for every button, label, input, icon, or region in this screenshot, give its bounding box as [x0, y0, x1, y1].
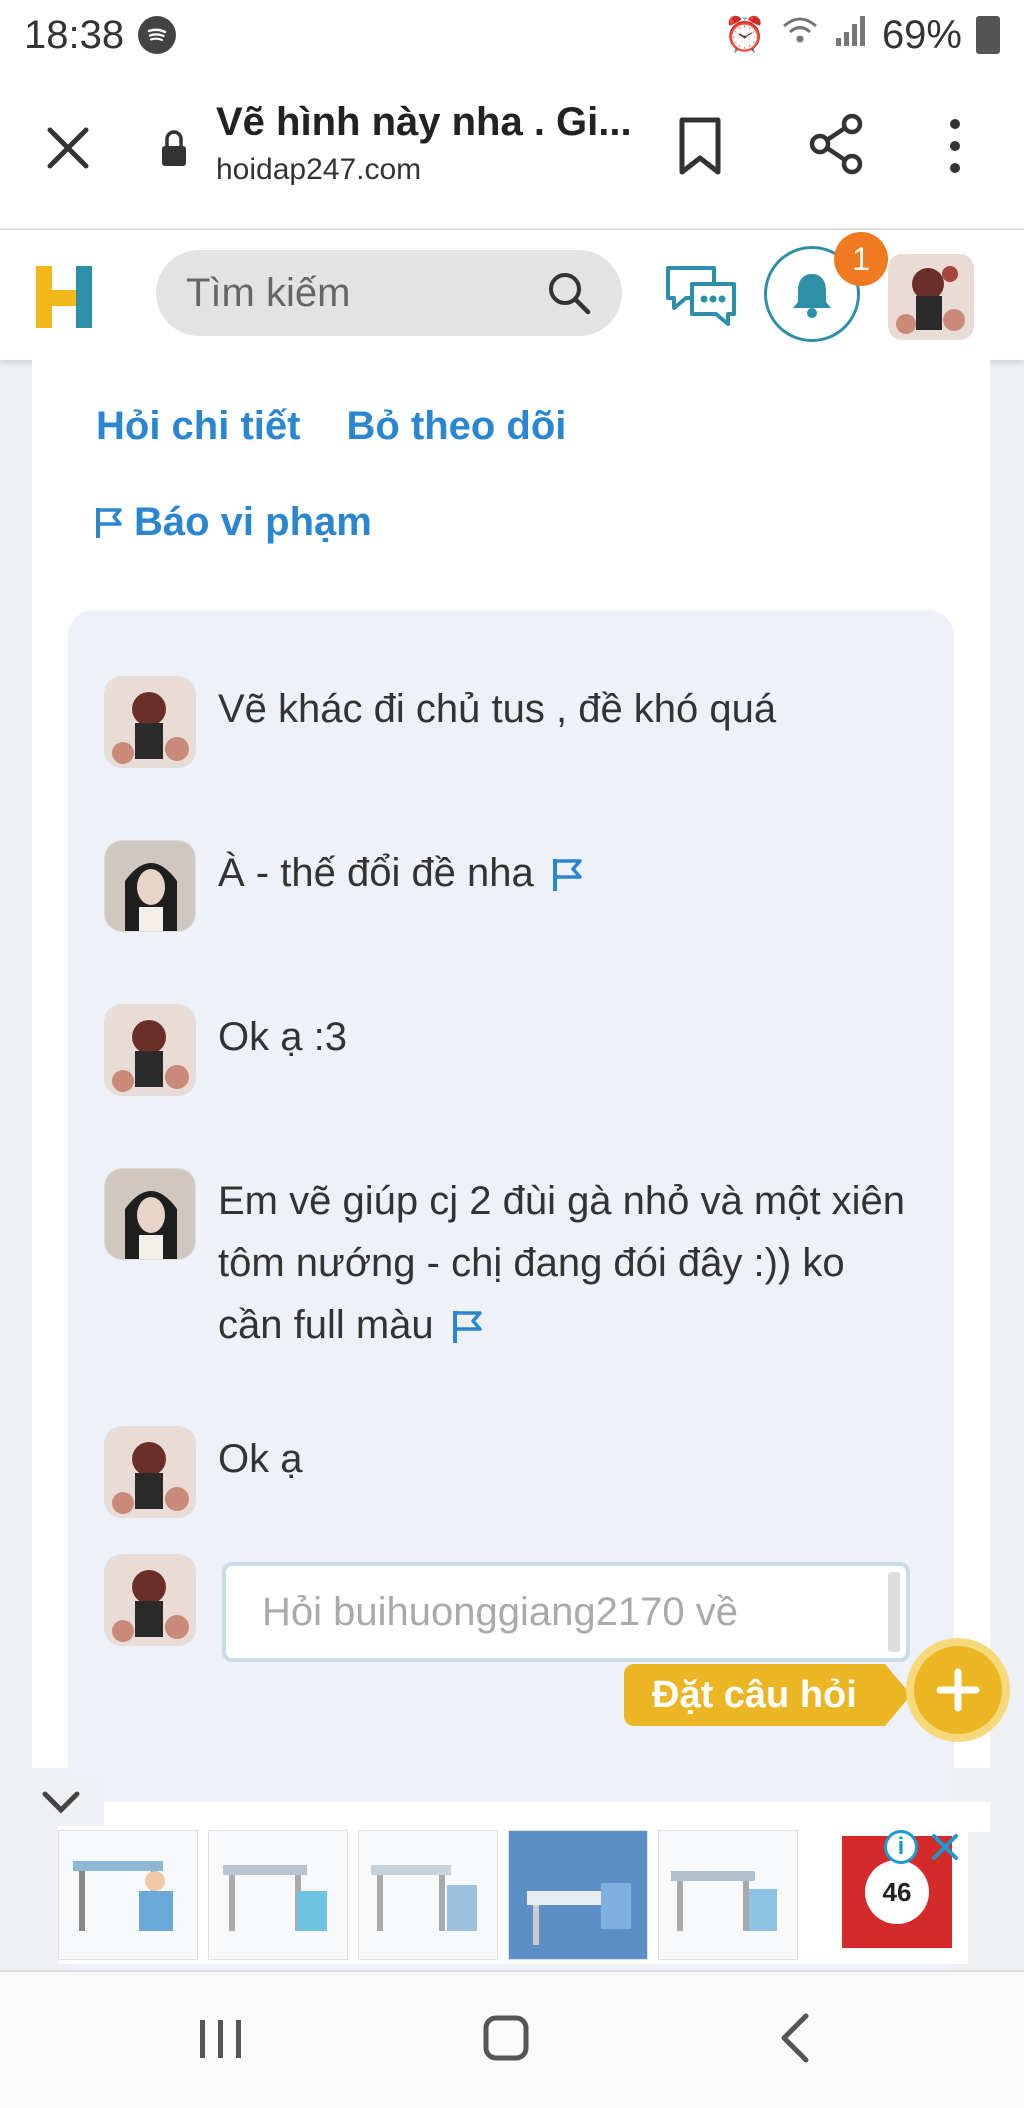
battery-icon	[976, 16, 1000, 54]
recent-apps-icon[interactable]	[196, 2016, 246, 2062]
more-options-icon[interactable]	[940, 114, 970, 178]
home-icon[interactable]	[482, 2012, 530, 2064]
ad-brand-badge: 46	[865, 1860, 929, 1924]
bookmark-icon[interactable]	[672, 114, 728, 178]
unfollow-link[interactable]: Bỏ theo dõi	[346, 404, 566, 449]
alarm-icon: ⏰	[723, 16, 766, 54]
notification-badge: 1	[834, 232, 888, 286]
user-avatar[interactable]	[888, 254, 974, 340]
battery-text: 69%	[881, 12, 962, 57]
site-header: Tìm kiếm 1	[0, 230, 1024, 360]
chat-icon[interactable]	[664, 262, 738, 328]
ad-product-image[interactable]	[208, 1830, 348, 1960]
signal-icon	[834, 13, 868, 58]
report-label: Báo vi phạm	[134, 500, 372, 544]
commenter-avatar[interactable]	[104, 1168, 196, 1260]
question-actions: Hỏi chi tiết Bỏ theo dõi	[96, 404, 566, 449]
commenter-avatar[interactable]	[104, 676, 196, 768]
site-logo[interactable]	[32, 262, 98, 332]
reply-input[interactable]: Hỏi buihuonggiang2170 về	[222, 1562, 910, 1662]
comment-item: À - thế đổi đề nha	[104, 840, 918, 932]
page-title: Vẽ hình này nha . Gi...	[216, 100, 632, 144]
back-icon[interactable]	[776, 2012, 812, 2064]
ad-product-image[interactable]	[58, 1830, 198, 1960]
plus-icon	[936, 1668, 980, 1712]
ask-detail-link[interactable]: Hỏi chi tiết	[96, 404, 300, 449]
reply-scrollbar[interactable]	[888, 1572, 900, 1652]
status-time: 18:38	[24, 12, 125, 57]
url-block[interactable]: Vẽ hình này nha . Gi... hoidap247.com	[216, 100, 632, 187]
report-flag-icon[interactable]	[450, 1309, 484, 1345]
search-input[interactable]: Tìm kiếm	[156, 250, 622, 336]
share-icon[interactable]	[806, 112, 866, 176]
bell-icon	[793, 274, 831, 318]
ask-question-button[interactable]	[906, 1638, 1010, 1742]
comment-item: Ok ạ :3	[104, 1004, 918, 1096]
ad-product-image[interactable]	[658, 1830, 798, 1960]
comment-item: Em vẽ giúp cj 2 đùi gà nhỏ và một xiên t…	[104, 1168, 918, 1356]
collapse-ad-button[interactable]	[22, 1776, 100, 1828]
comment-item: Ok ạ	[104, 1426, 918, 1518]
ad-info-icon[interactable]: i	[884, 1830, 918, 1864]
wifi-icon	[780, 13, 820, 58]
chevron-down-icon	[42, 1791, 80, 1814]
spotify-icon	[138, 16, 177, 54]
comment-text-wrap: À - thế đổi đề nha	[218, 842, 918, 932]
ad-banner[interactable]	[58, 1826, 968, 1964]
ad-product-image[interactable]	[508, 1830, 648, 1960]
report-flag-icon[interactable]	[550, 857, 584, 893]
search-icon[interactable]	[546, 270, 592, 316]
comment-item: Vẽ khác đi chủ tus , đề khó quá	[104, 676, 918, 768]
page-domain: hoidap247.com	[216, 153, 422, 186]
reply-placeholder: Hỏi buihuonggiang2170 về	[262, 1590, 738, 1634]
flag-icon	[96, 507, 122, 538]
status-bar: 18:38 ⏰ 69%	[0, 0, 1024, 70]
question-card: Hỏi chi tiết Bỏ theo dõi Báo vi phạm Vẽ …	[32, 360, 990, 2058]
commenter-avatar[interactable]	[104, 1004, 196, 1096]
comment-text: Ok ạ	[218, 1437, 303, 1481]
comment-text: À - thế đổi đề nha	[218, 851, 534, 895]
commenter-avatar[interactable]	[104, 840, 196, 932]
reply-avatar-wrap	[104, 1554, 196, 1646]
lock-icon	[162, 130, 186, 166]
system-nav-bar	[0, 1970, 1024, 2108]
report-link[interactable]: Báo vi phạm	[94, 500, 372, 545]
ask-question-label[interactable]: Đặt câu hỏi	[624, 1664, 911, 1726]
search-placeholder: Tìm kiếm	[186, 270, 351, 315]
current-user-avatar[interactable]	[104, 1554, 196, 1646]
ad-product-image[interactable]	[358, 1830, 498, 1960]
comment-text: Ok ạ :3	[218, 1015, 347, 1059]
comment-text: Em vẽ giúp cj 2 đùi gà nhỏ và một xiên t…	[218, 1179, 906, 1347]
comment-text-wrap: Em vẽ giúp cj 2 đùi gà nhỏ và một xiên t…	[218, 1170, 918, 1356]
browser-toolbar: Vẽ hình này nha . Gi... hoidap247.com	[0, 70, 1024, 230]
ad-close-icon[interactable]	[928, 1830, 962, 1864]
close-icon[interactable]	[40, 120, 96, 176]
commenter-avatar[interactable]	[104, 1426, 196, 1518]
comment-text: Vẽ khác đi chủ tus , đề khó quá	[218, 687, 777, 731]
